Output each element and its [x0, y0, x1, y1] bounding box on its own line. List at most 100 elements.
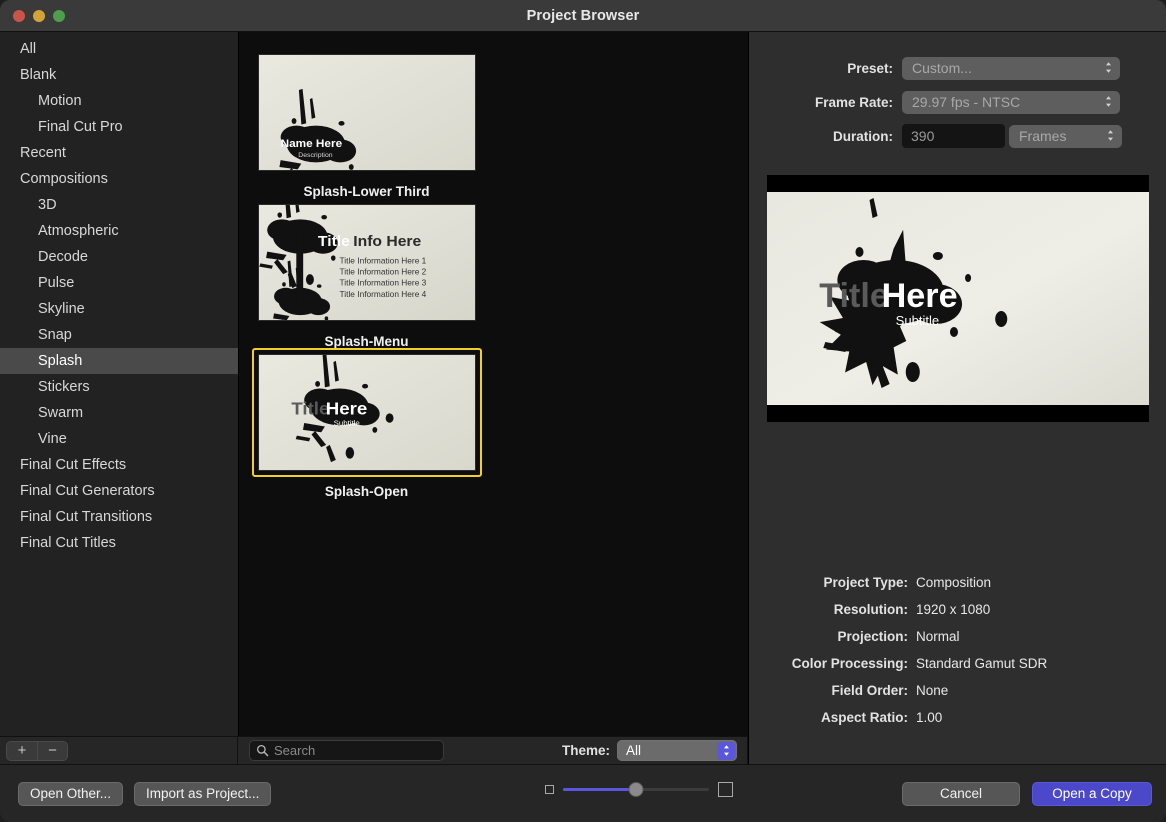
preset-value: Custom...: [912, 60, 972, 76]
metadata-label: Field Order:: [749, 683, 916, 698]
sidebar-item-3d[interactable]: 3D: [0, 192, 238, 218]
metadata-label: Color Processing:: [749, 656, 916, 671]
sidebar-item-label: Atmospheric: [38, 223, 119, 239]
svg-text:Here: Here: [325, 399, 366, 418]
sidebar-item-final-cut-effects[interactable]: Final Cut Effects: [0, 452, 238, 478]
duration-input[interactable]: 390: [902, 124, 1005, 148]
sidebar-item-motion[interactable]: Motion: [0, 88, 238, 114]
cancel-button[interactable]: Cancel: [902, 782, 1020, 806]
sidebar-item-label: 3D: [38, 197, 57, 213]
duration-unit-value: Frames: [1019, 128, 1066, 144]
svg-text:Name Here: Name Here: [280, 138, 342, 150]
sidebar-item-label: Recent: [20, 145, 66, 161]
project-item-label: Splash-Open: [325, 484, 408, 499]
chevron-updown-icon: [1104, 95, 1113, 108]
inspector-panel: Preset: Custom... Frame Rate: 29.97 fps …: [748, 32, 1166, 764]
sidebar-item-atmospheric[interactable]: Atmospheric: [0, 218, 238, 244]
sidebar-item-stickers[interactable]: Stickers: [0, 374, 238, 400]
left-button-group: Open Other... Import as Project...: [18, 782, 271, 806]
theme-filter: Theme: All: [562, 740, 737, 761]
sidebar-item-label: Decode: [38, 249, 88, 265]
svg-text:Title Information Here 1: Title Information Here 1: [339, 257, 426, 266]
sidebar-item-final-cut-titles[interactable]: Final Cut Titles: [0, 530, 238, 556]
sidebar-item-label: Vine: [38, 431, 67, 447]
project-item-splash-menu[interactable]: Title Info Here Title Information Here 1…: [239, 192, 494, 342]
remove-category-button[interactable]: −: [37, 742, 67, 760]
sidebar-item-compositions[interactable]: Compositions: [0, 166, 238, 192]
traffic-light-group: [13, 10, 65, 22]
window-titlebar: Project Browser: [0, 0, 1166, 32]
sidebar-item-label: All: [20, 41, 36, 57]
sidebar-item-label: Swarm: [38, 405, 83, 421]
sidebar-item-label: Splash: [38, 353, 82, 369]
add-category-button[interactable]: +: [7, 742, 37, 760]
thumbnail-zoom-control: [545, 782, 733, 797]
search-input[interactable]: Search: [249, 740, 444, 761]
metadata-row: Project Type:Composition: [749, 569, 1166, 596]
duration-unit-select[interactable]: Frames: [1009, 125, 1122, 148]
sidebar-item-pulse[interactable]: Pulse: [0, 270, 238, 296]
large-thumbnail-icon[interactable]: [718, 782, 733, 797]
metadata-value: Normal: [916, 629, 960, 644]
preview-title-b: Here: [882, 277, 958, 315]
maximize-button[interactable]: [53, 10, 65, 22]
minimize-button[interactable]: [33, 10, 45, 22]
category-sidebar[interactable]: All BlankMotionFinal Cut Pro Recent Composi…: [0, 32, 238, 736]
thumbnail-image-splash-open: Title Here Subtitle: [258, 354, 476, 471]
project-item-splash-lower-third[interactable]: Name Here Description Splash-Lower Third: [239, 42, 494, 192]
svg-text:Info Here: Info Here: [353, 233, 421, 250]
close-button[interactable]: [13, 10, 25, 22]
svg-text:Title: Title: [291, 399, 329, 418]
open-other-button[interactable]: Open Other...: [18, 782, 123, 806]
sidebar-item-skyline[interactable]: Skyline: [0, 296, 238, 322]
preview-image-splash-open: Title Here Subtitle: [767, 192, 1149, 405]
metadata-label: Resolution:: [749, 602, 916, 617]
sidebar-item-all[interactable]: All: [0, 36, 238, 62]
metadata-row: Projection:Normal: [749, 623, 1166, 650]
duration-row: Duration: 390 Frames: [749, 122, 1166, 150]
sidebar-item-label: Final Cut Transitions: [20, 509, 152, 525]
chevron-updown-icon: [717, 742, 735, 760]
svg-text:Description: Description: [298, 152, 333, 159]
sidebar-footer: + −: [0, 736, 238, 764]
theme-select[interactable]: All: [617, 740, 737, 761]
preset-row: Preset: Custom...: [749, 54, 1166, 82]
metadata-value: Standard Gamut SDR: [916, 656, 1047, 671]
window-title: Project Browser: [0, 8, 1166, 24]
svg-text:Title: Title: [317, 233, 349, 250]
sidebar-item-final-cut-transitions[interactable]: Final Cut Transitions: [0, 504, 238, 530]
sidebar-item-swarm[interactable]: Swarm: [0, 400, 238, 426]
sidebar-item-final-cut-generators[interactable]: Final Cut Generators: [0, 478, 238, 504]
project-thumbnail-frame: Name Here Description: [252, 48, 482, 177]
preview-title-a: Title: [819, 277, 889, 315]
sidebar-item-decode[interactable]: Decode: [0, 244, 238, 270]
slider-knob[interactable]: [629, 782, 644, 797]
import-as-project-button[interactable]: Import as Project...: [134, 782, 271, 806]
project-preview: Title Here Subtitle: [767, 175, 1149, 422]
right-button-group: Cancel Open a Copy: [902, 782, 1152, 806]
thumbnail-image-splash-lower-third: Name Here Description: [258, 54, 476, 171]
project-item-splash-open[interactable]: Title Here Subtitle Splash-Open: [239, 342, 494, 492]
preset-select[interactable]: Custom...: [902, 57, 1120, 80]
frame-rate-label: Frame Rate:: [749, 95, 902, 110]
sidebar-item-final-cut-pro[interactable]: Final Cut Pro: [0, 114, 238, 140]
sidebar-item-blank[interactable]: Blank: [0, 62, 238, 88]
sidebar-item-recent[interactable]: Recent: [0, 140, 238, 166]
frame-rate-select[interactable]: 29.97 fps - NTSC: [902, 91, 1120, 114]
open-a-copy-button[interactable]: Open a Copy: [1032, 782, 1152, 806]
preview-subtitle: Subtitle: [896, 313, 940, 328]
sidebar-item-label: Stickers: [38, 379, 90, 395]
thumbnail-image-splash-menu: Title Info Here Title Information Here 1…: [258, 204, 476, 321]
sidebar-item-splash[interactable]: Splash: [0, 348, 238, 374]
sidebar-item-snap[interactable]: Snap: [0, 322, 238, 348]
project-browser-window: Project Browser AllBlankMotionFinal Cut …: [0, 0, 1166, 822]
sidebar-item-vine[interactable]: Vine: [0, 426, 238, 452]
metadata-row: Resolution:1920 x 1080: [749, 596, 1166, 623]
metadata-label: Aspect Ratio:: [749, 710, 916, 725]
theme-label: Theme:: [562, 743, 610, 758]
sidebar-item-label: Final Cut Generators: [20, 483, 155, 499]
metadata-label: Projection:: [749, 629, 916, 644]
slider-track-fill: [563, 788, 636, 792]
thumbnail-size-slider[interactable]: [563, 783, 709, 797]
small-thumbnail-icon[interactable]: [545, 785, 554, 794]
